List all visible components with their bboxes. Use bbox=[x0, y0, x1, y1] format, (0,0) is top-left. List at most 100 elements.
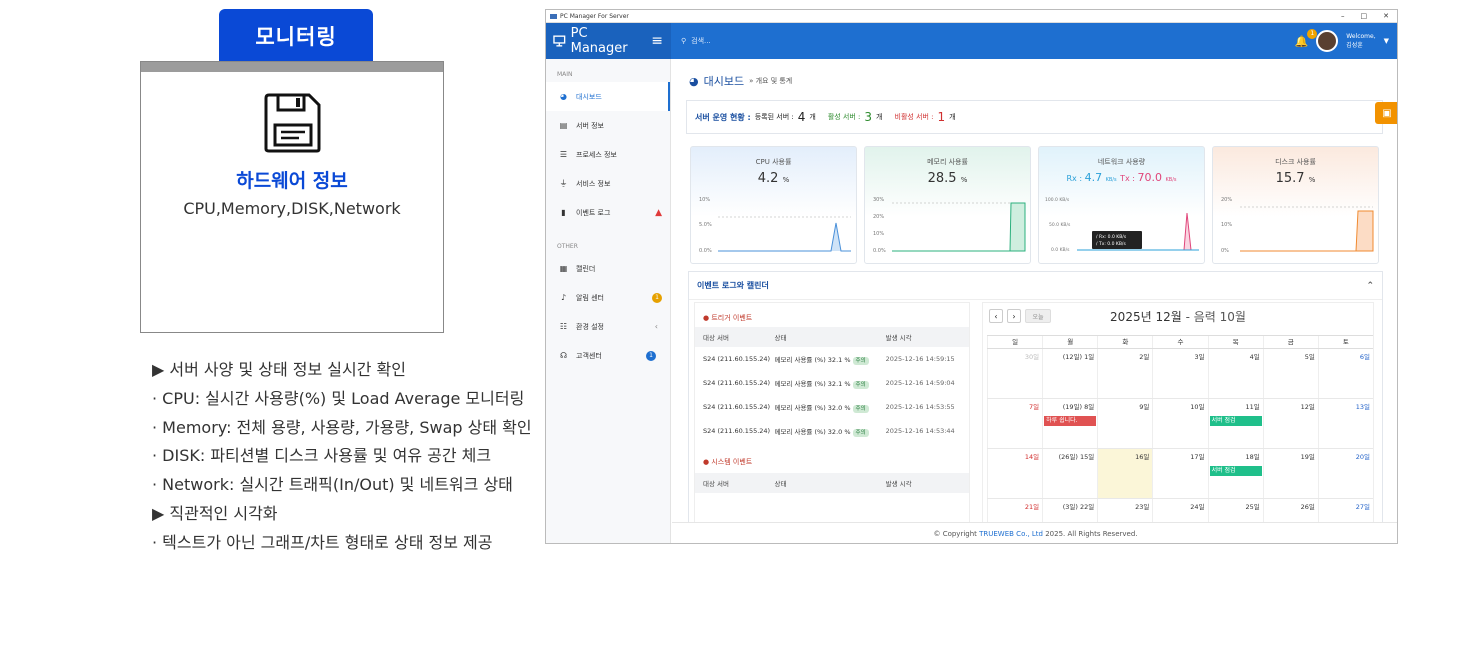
network-sparkline: 100.0 KB/s 50.0 KB/s 0.0 KB/s / Rx: 0.0 … bbox=[1045, 197, 1199, 253]
table-header: 대상 서버 상태 발생 시각 bbox=[695, 327, 969, 347]
calendar-icon: ▣ bbox=[1382, 107, 1392, 119]
footer-company[interactable]: TRUEWEB Co., Ltd bbox=[979, 530, 1043, 538]
event-status: 메모리 사용률 (%) 32.0 % 주의 bbox=[774, 402, 885, 413]
calendar-day[interactable]: 9일 bbox=[1097, 399, 1152, 448]
sidebar-item-calendar[interactable]: ▦ 캘린더 bbox=[546, 254, 670, 283]
calendar-event[interactable]: 서버 점검 bbox=[1209, 416, 1262, 426]
breadcrumb: ◕ 대시보드 » 개요 및 통계 bbox=[689, 73, 792, 89]
tooltip-tx: / Tx: 0.0 KB/s bbox=[1096, 241, 1126, 247]
desc-line: · Network: 실시간 트래픽(In/Out) 및 네트워크 상태 bbox=[152, 475, 513, 495]
unit: 개 bbox=[876, 113, 883, 121]
calendar-day[interactable]: 13일 bbox=[1317, 399, 1373, 448]
metric-value: 4.2 % bbox=[691, 171, 856, 186]
tooltip-rx: / Rx: 0.0 KB/s bbox=[1096, 234, 1127, 240]
monitoring-tab[interactable]: 모니터링 bbox=[219, 9, 373, 62]
notification-badge: 1 bbox=[1307, 28, 1318, 39]
notification-bell-icon[interactable]: 🔔 1 bbox=[1295, 28, 1318, 48]
calendar-day[interactable]: 3일 bbox=[1152, 349, 1207, 398]
calendar-shortcut-button[interactable]: ▣ bbox=[1375, 102, 1397, 124]
maximize-icon[interactable]: □ bbox=[1361, 12, 1368, 20]
tx-label: Tx : bbox=[1120, 174, 1138, 183]
window-titlebar: PC Manager For Server – □ ✕ bbox=[546, 10, 1397, 23]
minimize-icon[interactable]: – bbox=[1341, 12, 1345, 20]
calendar-day[interactable]: 4일 bbox=[1207, 349, 1263, 398]
calendar-day[interactable]: 11일 서버 점검 bbox=[1207, 399, 1263, 448]
table-row[interactable]: S24 (211.60.155.24) 메모리 사용률 (%) 32.0 % 주의 2… bbox=[695, 395, 969, 419]
calendar-day[interactable]: (12일) 1일 bbox=[1042, 349, 1097, 398]
sidebar-item-process-info[interactable]: ☰ 프로세스 정보 bbox=[546, 140, 670, 169]
sidebar-item-label: 프로세스 정보 bbox=[576, 150, 617, 159]
calendar-day[interactable]: 19일 bbox=[1262, 449, 1318, 498]
plug-icon: ⏚ bbox=[559, 179, 568, 188]
disk-sparkline: 20% 10% 0% bbox=[1221, 197, 1374, 254]
welcome-text: Welcome, bbox=[1346, 33, 1376, 40]
calendar-day[interactable]: 5일 bbox=[1262, 349, 1318, 398]
metric-title: CPU 사용률 bbox=[755, 158, 792, 166]
chevron-left-icon[interactable]: ‹ bbox=[655, 322, 658, 331]
chevron-up-icon[interactable]: ⌃ bbox=[1366, 281, 1374, 291]
server-status-bar: 서버 운영 현황 : 등록된 서버 : 4 개 활성 서버 : 3 개 비활성 … bbox=[686, 100, 1383, 134]
next-month-button[interactable]: › bbox=[1007, 309, 1021, 323]
sidebar-item-service-info[interactable]: ⏚ 서비스 정보 bbox=[546, 169, 670, 198]
chevron-down-icon[interactable]: ▼ bbox=[1384, 37, 1389, 45]
avatar[interactable] bbox=[1316, 30, 1339, 52]
calendar-day-today[interactable]: 16일 bbox=[1097, 449, 1153, 498]
sidebar-item-notification-center[interactable]: ♪ 알림 센터 1 bbox=[546, 283, 670, 312]
table-row[interactable]: S24 (211.60.155.24) 메모리 사용률 (%) 32.1 % 주의 2… bbox=[695, 371, 969, 395]
calendar-day[interactable]: 30일 bbox=[987, 349, 1042, 398]
tick-label: 10% bbox=[699, 197, 710, 203]
calendar-day[interactable]: 2일 bbox=[1097, 349, 1152, 398]
page-title: 대시보드 bbox=[703, 75, 745, 88]
cpu-unit: % bbox=[782, 176, 790, 184]
calendar-day[interactable]: 7일 bbox=[987, 399, 1042, 448]
column-header: 대상 서버 bbox=[703, 480, 729, 488]
tick-label: 30% bbox=[873, 197, 884, 203]
metric-title: 메모리 사용률 bbox=[927, 158, 968, 166]
sidebar-item-dashboard[interactable]: ◕ 대시보드 bbox=[546, 82, 670, 111]
calendar-day[interactable]: 20일 bbox=[1317, 449, 1373, 498]
memory-sparkline: 30% 20% 10% 0.0% bbox=[873, 197, 1026, 254]
table-row[interactable]: S24 (211.60.155.24) 메모리 사용률 (%) 32.1 % 주의 2… bbox=[695, 347, 969, 371]
weekday: 금 bbox=[1262, 336, 1318, 348]
sidebar-item-event-log[interactable]: ▮ 이벤트 로그 ▲ bbox=[546, 198, 670, 227]
calendar-day[interactable]: 17일 bbox=[1152, 449, 1207, 498]
calendar-day[interactable]: 14일 bbox=[987, 449, 1042, 498]
calendar-event[interactable]: 하루 쉽니다. bbox=[1044, 416, 1097, 426]
weekday: 월 bbox=[1042, 336, 1097, 348]
sidebar-item-settings[interactable]: ☷ 환경 설정 ‹ bbox=[546, 312, 670, 341]
sidebar-item-label: 서비스 정보 bbox=[576, 179, 611, 188]
column-header: 발생 시각 bbox=[885, 334, 912, 342]
sidebar-item-server-info[interactable]: ▤ 서버 정보 bbox=[546, 111, 670, 140]
warning-icon: ▲ bbox=[655, 207, 662, 218]
prev-month-button[interactable]: ‹ bbox=[989, 309, 1003, 323]
search-input[interactable]: 검색... bbox=[691, 36, 711, 46]
trigger-events-title: ● 트리거 이벤트 bbox=[703, 314, 753, 322]
calendar-day[interactable]: 10일 bbox=[1152, 399, 1207, 448]
event-server: S24 (211.60.155.24) bbox=[703, 427, 771, 435]
calendar-day[interactable]: (26일) 15일 bbox=[1042, 449, 1097, 498]
headset-icon: ☊ bbox=[559, 351, 568, 360]
user-menu[interactable]: Welcome, 김성훈 bbox=[1346, 32, 1375, 50]
event-time: 2025-12-16 14:53:44 bbox=[885, 427, 955, 435]
calendar-day[interactable]: 6일 bbox=[1317, 349, 1373, 398]
calendar-day[interactable]: 18일 서버 점검 bbox=[1207, 449, 1263, 498]
calendar-week: 30일 (12일) 1일 2일 3일 4일 5일 6일 bbox=[987, 349, 1373, 399]
warning-badge: 주의 bbox=[852, 429, 869, 437]
memory-unit: % bbox=[960, 176, 968, 184]
hamburger-menu-icon[interactable]: ≡ bbox=[651, 33, 663, 49]
calendar-event[interactable]: 서버 점검 bbox=[1209, 466, 1262, 476]
warning-badge: 주의 bbox=[852, 405, 869, 413]
table-row[interactable]: S24 (211.60.155.24) 메모리 사용률 (%) 32.0 % 주의 2… bbox=[695, 419, 969, 443]
search-box[interactable]: ⚲ 검색... bbox=[681, 36, 711, 46]
calendar-day[interactable]: (19일) 8일 하루 쉽니다. bbox=[1042, 399, 1097, 448]
close-icon[interactable]: ✕ bbox=[1383, 12, 1389, 20]
sidebar-item-support[interactable]: ☊ 고객센터 1 bbox=[546, 341, 670, 370]
brand[interactable]: PC Manager ≡ bbox=[546, 23, 671, 59]
calendar-day[interactable]: 12일 bbox=[1262, 399, 1318, 448]
monitor-icon bbox=[553, 35, 566, 47]
today-button[interactable]: 오늘 bbox=[1025, 309, 1051, 323]
unit: 개 bbox=[949, 113, 956, 121]
event-calendar-panel: 이벤트 로그와 캘린더 ⌃ ● 트리거 이벤트 대상 서버 상태 발생 시각 S… bbox=[688, 271, 1383, 531]
tick-label: 0% bbox=[1221, 248, 1229, 254]
card-top-bar bbox=[141, 62, 443, 72]
